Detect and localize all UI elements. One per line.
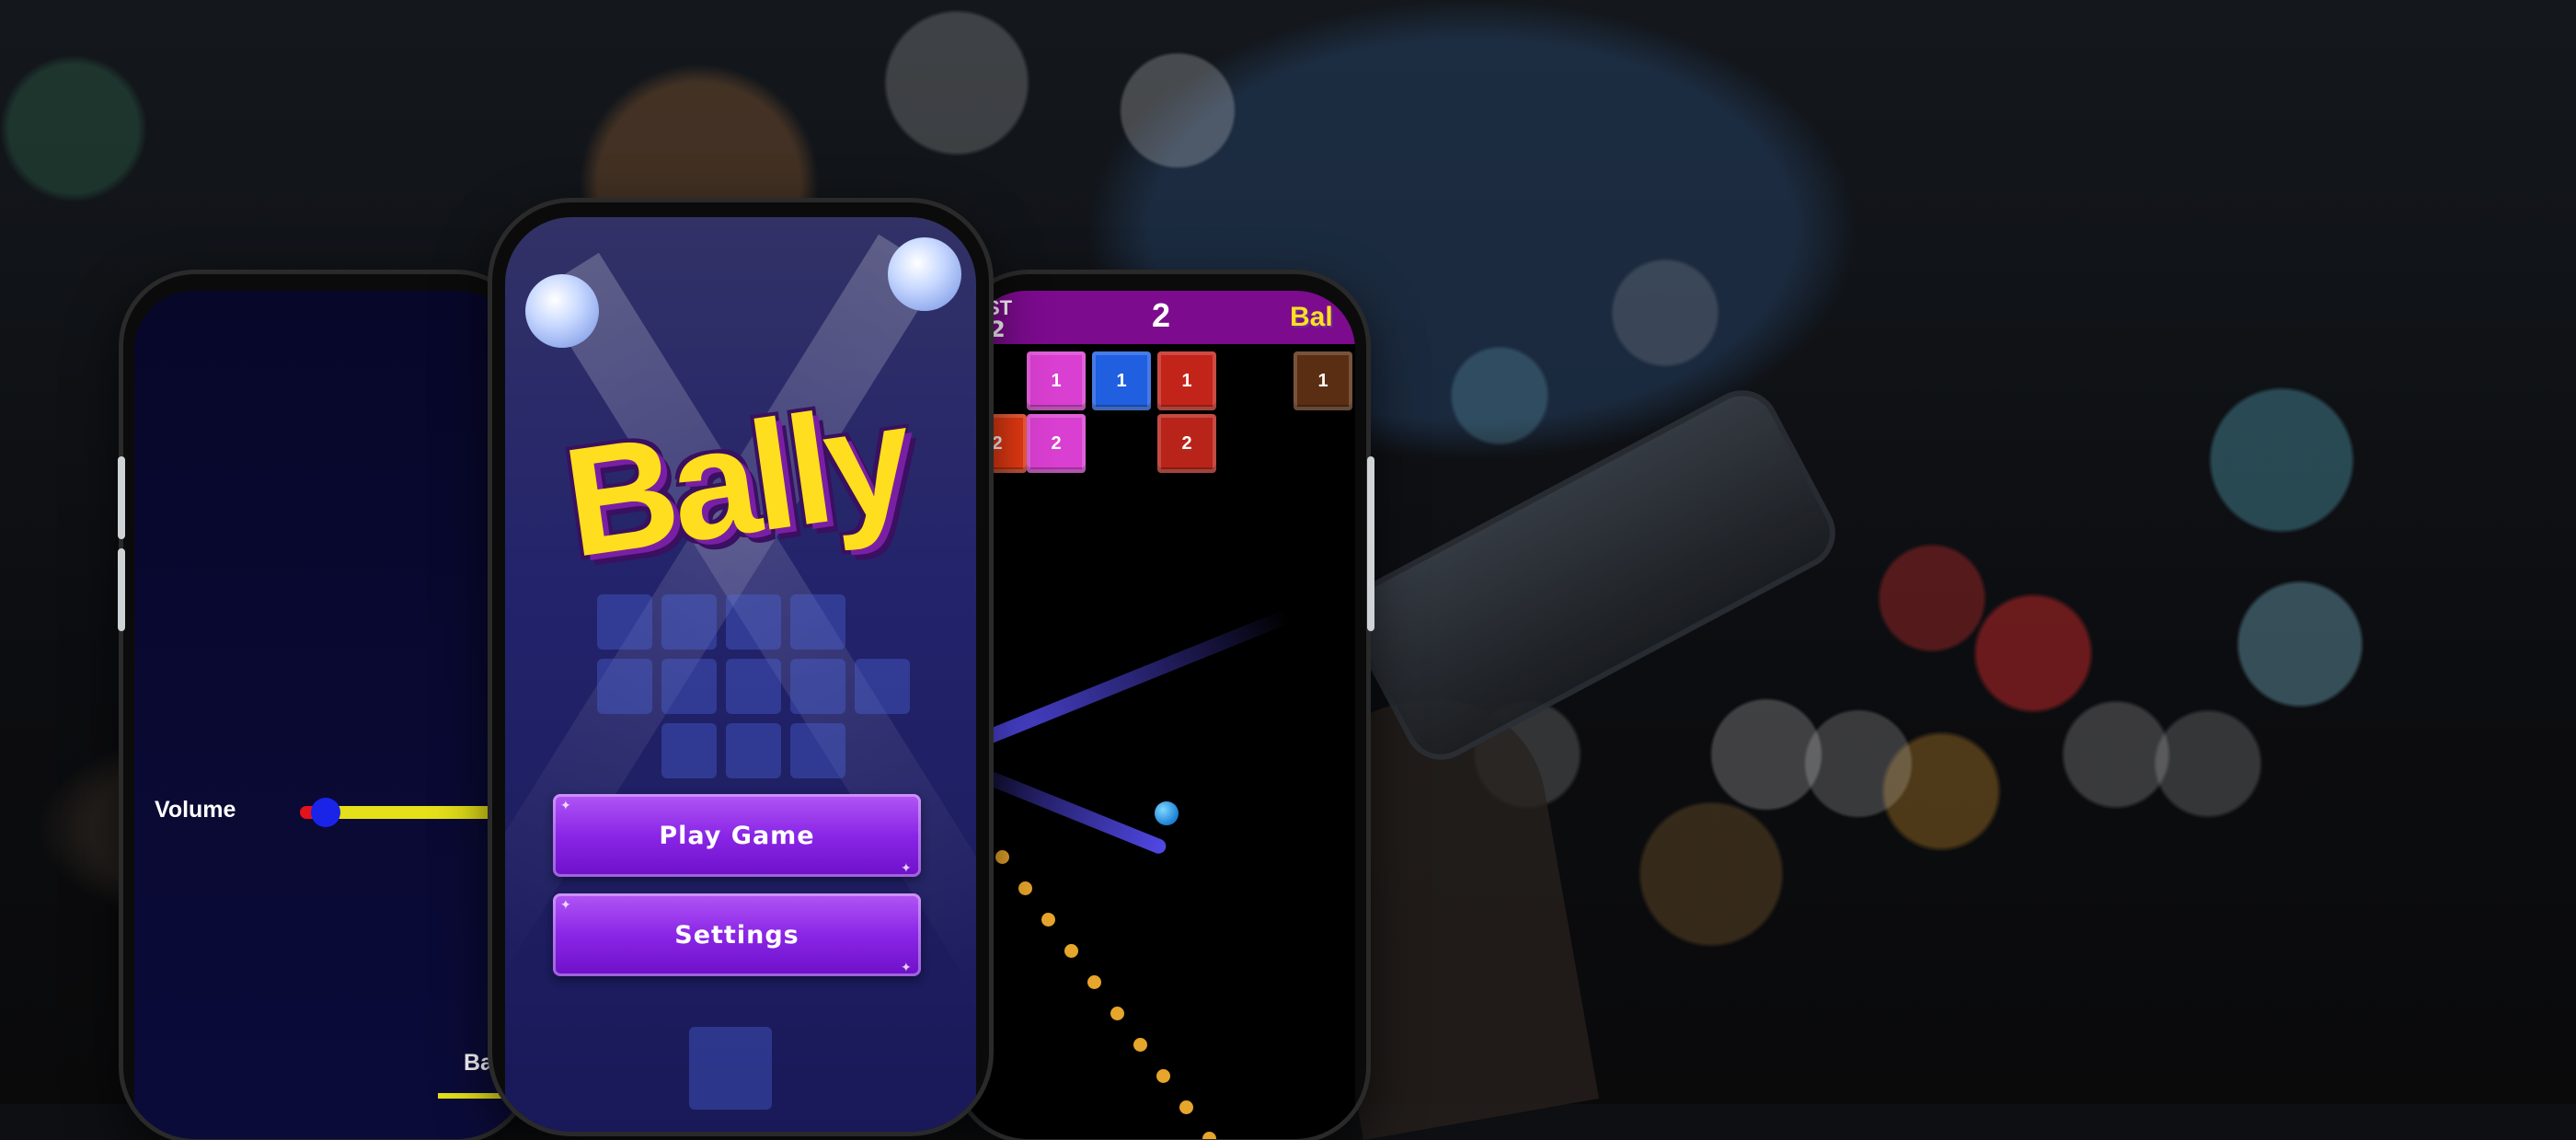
game-screen: ST 2 2 Bal 1111222 — [968, 291, 1355, 1139]
bg-tile — [790, 723, 845, 778]
bg-tile — [689, 1027, 772, 1110]
aim-dot — [1133, 1038, 1147, 1052]
brick: 1 — [1294, 351, 1352, 410]
phone-power-button — [1367, 456, 1374, 631]
sparkle-icon: ✦ — [901, 861, 912, 876]
aim-dot — [1179, 1100, 1193, 1114]
ball-trail — [983, 769, 1168, 857]
menu-phone: Bally Play Game Settings ✦ ✦ ✦ ✦ — [492, 202, 989, 1132]
bg-tile — [726, 723, 781, 778]
brick: 2 — [1027, 414, 1086, 473]
bally-logo: Bally — [554, 371, 917, 590]
game-ball — [1155, 801, 1179, 825]
bg-tile — [661, 723, 717, 778]
bg-tile — [597, 659, 652, 714]
menu-screen: Bally Play Game Settings ✦ ✦ ✦ ✦ — [505, 217, 976, 1132]
bg-tile — [661, 659, 717, 714]
brick: 1 — [1027, 351, 1086, 410]
ball-trail — [979, 608, 1292, 747]
volume-slider-thumb[interactable] — [311, 798, 340, 827]
phone-volume-up-button — [118, 456, 125, 539]
aim-dot — [1156, 1069, 1170, 1083]
bg-tile — [855, 659, 910, 714]
phone-volume-down-button — [118, 548, 125, 631]
bg-tile — [597, 594, 652, 650]
bg-tile — [726, 659, 781, 714]
menu-ball — [888, 237, 961, 311]
bg-tile — [661, 594, 717, 650]
sparkle-icon: ✦ — [901, 961, 912, 975]
aim-dot — [1202, 1132, 1216, 1139]
brick: 1 — [1157, 351, 1216, 410]
aim-dot — [1064, 944, 1078, 958]
brick: 2 — [1157, 414, 1216, 473]
score: 2 — [1152, 296, 1171, 334]
settings-button[interactable]: Settings — [553, 893, 921, 976]
aim-dot — [1110, 1007, 1124, 1020]
bally-mini-logo: Bal — [1290, 302, 1333, 332]
sparkle-icon: ✦ — [560, 898, 571, 913]
game-header: ST 2 2 Bal — [968, 291, 1355, 344]
sparkle-icon: ✦ — [560, 799, 571, 813]
aim-dot — [1041, 913, 1055, 927]
bg-tile — [790, 594, 845, 650]
game-phone: ST 2 2 Bal 1111222 — [957, 274, 1366, 1139]
aim-dot — [1018, 881, 1032, 895]
settings-screen: Volume Bac — [134, 291, 528, 1139]
play-game-button[interactable]: Play Game — [553, 794, 921, 877]
menu-ball — [525, 274, 599, 348]
volume-label: Volume — [155, 797, 236, 823]
aim-dot — [995, 850, 1009, 864]
best-value: 2 — [990, 317, 1006, 342]
brick: 1 — [1092, 351, 1151, 410]
settings-phone: Volume Bac — [123, 274, 528, 1139]
bg-tile — [726, 594, 781, 650]
aim-dot — [1087, 975, 1101, 989]
bg-tile — [790, 659, 845, 714]
